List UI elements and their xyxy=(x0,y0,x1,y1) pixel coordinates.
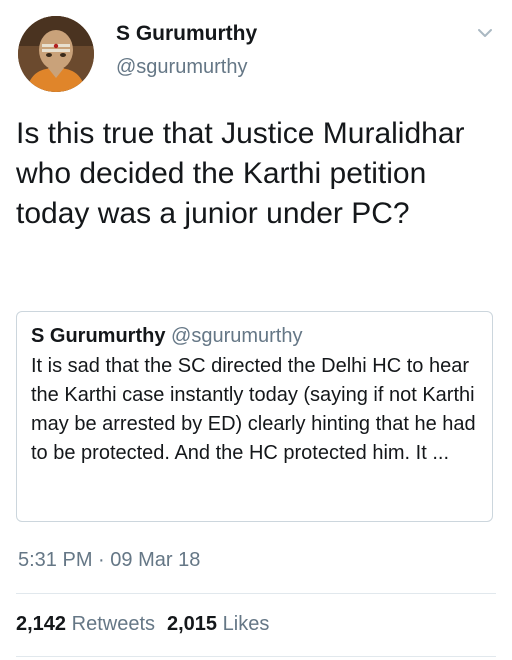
tweet-stats: 2,142 Retweets 2,015 Likes xyxy=(16,613,269,636)
tweet-time: 5:31 PM xyxy=(18,549,93,571)
display-name[interactable]: S Gurumurthy xyxy=(116,22,257,46)
divider xyxy=(16,593,496,594)
retweets-count: 2,142 xyxy=(16,613,67,635)
retweets-label: Retweets xyxy=(71,613,155,635)
avatar-photo xyxy=(18,16,94,92)
timestamp-separator: · xyxy=(98,549,105,571)
likes-count: 2,015 xyxy=(167,613,218,635)
retweets-stat[interactable]: 2,142 Retweets xyxy=(16,613,155,635)
avatar[interactable] xyxy=(18,16,94,92)
tweet-text: Is this true that Justice Muralidhar who… xyxy=(16,117,465,230)
likes-label: Likes xyxy=(222,613,270,635)
quoted-tweet-header: S Gurumurthy @sgurumurthy xyxy=(31,323,478,349)
quoted-user-handle: @sgurumurthy xyxy=(171,325,303,347)
tweet-date: 09 Mar 18 xyxy=(110,549,201,571)
divider xyxy=(16,656,496,657)
likes-stat[interactable]: 2,015 Likes xyxy=(167,613,269,635)
tweet-timestamp[interactable]: 5:31 PM · 09 Mar 18 xyxy=(18,549,200,572)
quoted-tweet[interactable]: S Gurumurthy @sgurumurthy It is sad that… xyxy=(16,311,493,522)
chevron-down-icon[interactable] xyxy=(474,22,496,44)
quoted-tweet-text: It is sad that the SC directed the Delhi… xyxy=(31,355,476,464)
user-handle[interactable]: @sgurumurthy xyxy=(116,56,247,79)
quoted-display-name: S Gurumurthy xyxy=(31,325,166,347)
